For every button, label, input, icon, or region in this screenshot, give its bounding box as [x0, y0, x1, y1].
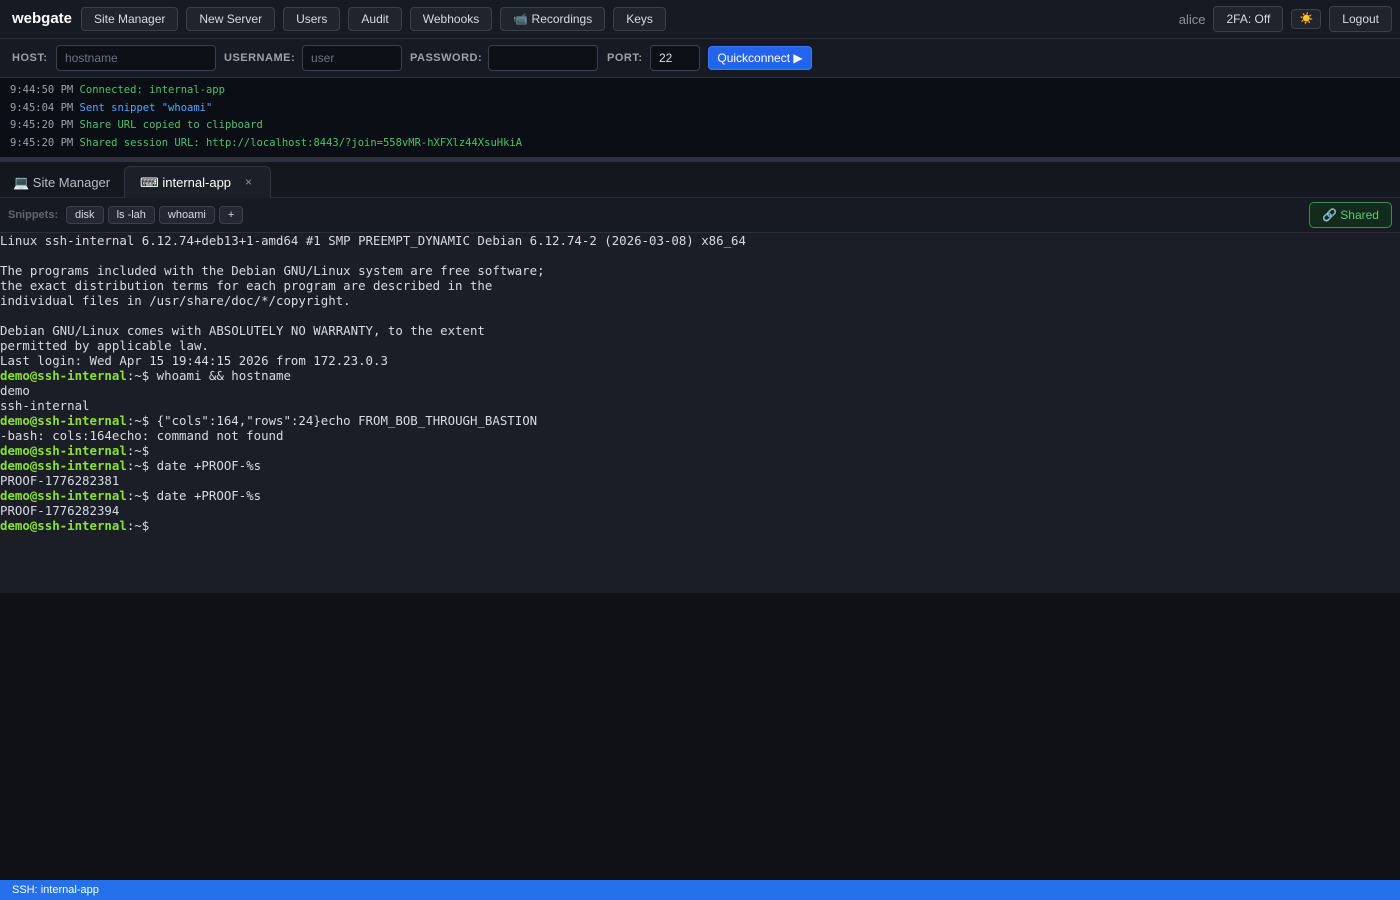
new-server-button[interactable]: New Server	[186, 7, 276, 31]
log-line: 9:44:50 PM Connected: internal-app	[10, 83, 225, 97]
log-line: 9:45:20 PM Share URL copied to clipboard	[10, 118, 263, 132]
tab-internal-app[interactable]: ⌨ internal-app ×	[124, 166, 271, 199]
terminal-prompt-suffix: :~$	[126, 518, 150, 533]
tab-site-manager[interactable]: 💻 Site Manager	[13, 167, 110, 198]
log-message: Share URL copied to clipboard	[79, 119, 263, 131]
terminal-command-line: demo@ssh-internal:~$	[0, 443, 149, 458]
terminal-command-text: {"cols":164,"rows":24}echo FROM_BOB_THRO…	[149, 413, 538, 428]
terminal-output-line: -bash: cols:164echo: command not found	[0, 428, 284, 443]
terminal-prompt-suffix: :~$	[126, 443, 150, 458]
terminal-command-text: whoami && hostname	[149, 368, 291, 383]
terminal-prompt: demo@ssh-internal	[0, 458, 127, 473]
log-time: 9:45:04 PM	[10, 102, 74, 114]
terminal-prompt: demo@ssh-internal	[0, 413, 127, 428]
terminal-command-line: demo@ssh-internal:~$ whoami && hostname	[0, 368, 291, 383]
snippets-bar: Snippets: disk ls -lah whoami + 🔗 Shared	[0, 198, 1400, 233]
terminal-output-line: Last login: Wed Apr 15 19:44:15 2026 fro…	[0, 353, 388, 368]
logout-button[interactable]: Logout	[1329, 6, 1392, 32]
status-bar: SSH: internal-app	[0, 880, 1400, 900]
terminal-command-line: demo@ssh-internal:~$ {"cols":164,"rows":…	[0, 413, 537, 428]
snippet-ls-lah[interactable]: ls -lah	[107, 206, 155, 224]
terminal-prompt: demo@ssh-internal	[0, 368, 127, 383]
terminal-prompt-suffix: :~$	[126, 458, 150, 473]
quickconnect-bar: HOST: USERNAME: PASSWORD: PORT: Quickcon…	[0, 39, 1400, 78]
terminal-output-line: ssh-internal	[0, 398, 90, 413]
nav-buttons: Site Manager New Server Users Audit Webh…	[81, 7, 666, 31]
terminal-output-line: individual files in /usr/share/doc/*/cop…	[0, 293, 351, 308]
terminal-command-text: date +PROOF-%s	[149, 488, 262, 503]
terminal-output-line: PROOF-1776282394	[0, 503, 120, 518]
username-input[interactable]	[302, 45, 402, 71]
snippet-whoami[interactable]: whoami	[158, 206, 215, 224]
terminal-output-line: the exact distribution terms for each pr…	[0, 278, 493, 293]
site-manager-button[interactable]: Site Manager	[81, 7, 179, 31]
log-time: 9:45:20 PM	[10, 137, 74, 149]
snippet-disk[interactable]: disk	[66, 206, 104, 224]
log-line: 9:45:04 PM Sent snippet "whoami"	[10, 101, 212, 115]
password-label: PASSWORD:	[410, 52, 483, 64]
terminal-command-line: demo@ssh-internal:~$ date +PROOF-%s	[0, 488, 261, 503]
log-time: 9:44:50 PM	[10, 84, 74, 96]
terminal-output-line: Debian GNU/Linux comes with ABSOLUTELY N…	[0, 323, 485, 338]
add-snippet-button[interactable]: +	[218, 206, 244, 224]
terminal-prompt: demo@ssh-internal	[0, 488, 127, 503]
terminal-command-line: demo@ssh-internal:~$	[0, 518, 149, 533]
username-label: USERNAME:	[224, 52, 296, 64]
close-icon[interactable]: ×	[245, 167, 252, 198]
terminal[interactable]: Linux ssh-internal 6.12.74+deb13+1-amd64…	[0, 233, 1400, 593]
terminal-output-line: demo	[0, 383, 30, 398]
quickconnect-button[interactable]: Quickconnect ▶	[708, 46, 812, 70]
log-message: Connected: internal-app	[79, 84, 225, 96]
terminal-prompt-suffix: :~$	[126, 488, 150, 503]
recordings-button[interactable]: 📹 Recordings	[500, 7, 606, 31]
tab-label: ⌨ internal-app	[140, 175, 232, 190]
top-nav: webgate Site Manager New Server Users Au…	[0, 0, 1400, 39]
tab-bar: 💻 Site Manager ⌨ internal-app ×	[0, 162, 1400, 199]
shared-button[interactable]: 🔗 Shared	[1309, 202, 1392, 228]
users-button[interactable]: Users	[283, 7, 341, 31]
terminal-prompt: demo@ssh-internal	[0, 518, 127, 533]
log-message: Sent snippet "whoami"	[79, 102, 213, 114]
current-user: alice	[1178, 11, 1206, 27]
audit-button[interactable]: Audit	[348, 7, 402, 31]
host-label: HOST:	[12, 52, 48, 64]
terminal-output-line: The programs included with the Debian GN…	[0, 263, 545, 278]
terminal-prompt: demo@ssh-internal	[0, 443, 127, 458]
keys-button[interactable]: Keys	[613, 7, 666, 31]
twofa-button[interactable]: 2FA: Off	[1213, 6, 1284, 32]
brand-logo[interactable]: webgate	[12, 10, 72, 27]
theme-toggle-icon[interactable]: ☀️	[1291, 9, 1322, 29]
terminal-output-line: PROOF-1776282381	[0, 473, 120, 488]
port-label: PORT:	[607, 52, 643, 64]
log-time: 9:45:20 PM	[10, 119, 74, 131]
log-line: 9:45:20 PM Shared session URL: http://lo…	[10, 136, 522, 150]
host-input[interactable]	[56, 45, 216, 71]
terminal-command-text: date +PROOF-%s	[149, 458, 262, 473]
nav-right: alice 2FA: Off ☀️ Logout	[1179, 6, 1392, 32]
snippets-label: Snippets:	[8, 209, 59, 221]
terminal-command-line: demo@ssh-internal:~$ date +PROOF-%s	[0, 458, 261, 473]
log-message: Shared session URL: http://localhost:844…	[79, 137, 523, 149]
snippet-list: disk ls -lah whoami +	[66, 206, 244, 224]
terminal-output-line: Linux ssh-internal 6.12.74+deb13+1-amd64…	[0, 233, 746, 248]
password-input[interactable]	[488, 45, 598, 71]
terminal-prompt-suffix: :~$	[126, 368, 150, 383]
port-input[interactable]	[650, 45, 700, 71]
terminal-output-line: permitted by applicable law.	[0, 338, 209, 353]
webhooks-button[interactable]: Webhooks	[409, 7, 493, 31]
event-log[interactable]: 9:44:50 PM Connected: internal-app 9:45:…	[0, 78, 1400, 158]
terminal-prompt-suffix: :~$	[126, 413, 150, 428]
